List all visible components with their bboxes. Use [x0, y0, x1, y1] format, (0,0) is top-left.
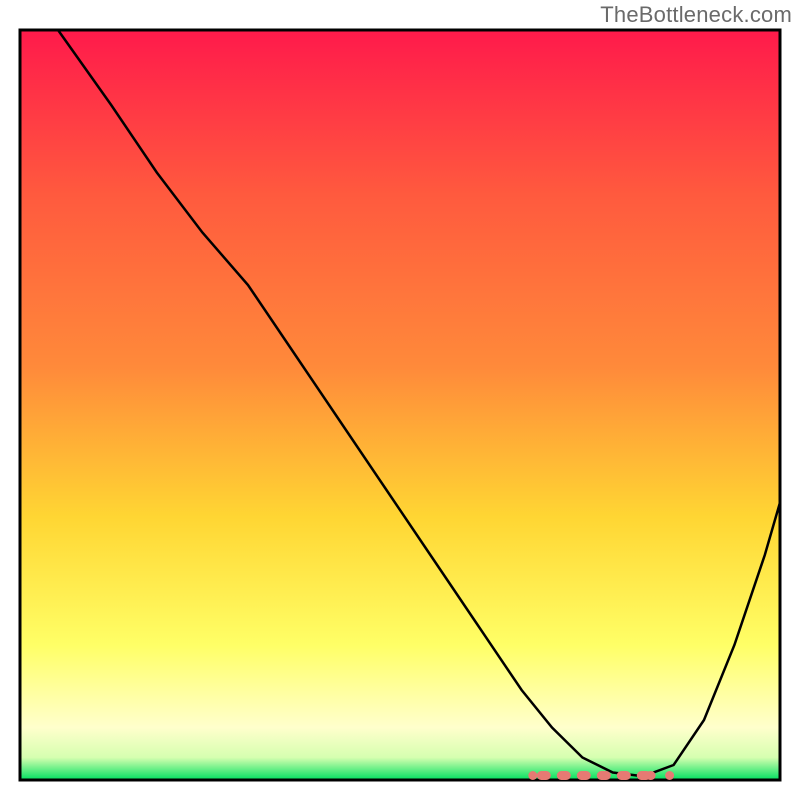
watermark-text: TheBottleneck.com	[600, 2, 792, 28]
gradient-background	[20, 30, 780, 780]
chart-container: TheBottleneck.com	[0, 0, 800, 800]
chart-plot	[18, 28, 782, 782]
chart-svg	[18, 28, 782, 782]
